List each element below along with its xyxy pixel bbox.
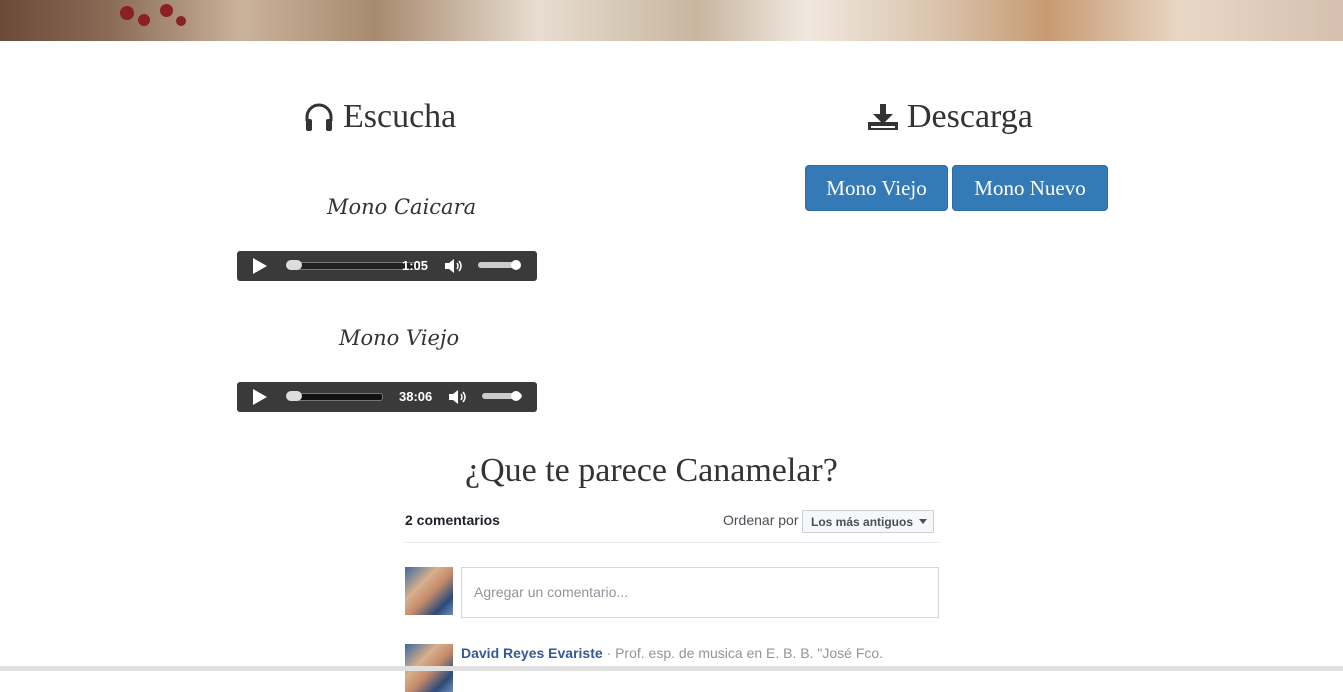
play-button[interactable] <box>253 258 267 274</box>
header-banner-image <box>0 0 1343 41</box>
download-mono-nuevo-button[interactable]: Mono Nuevo <box>952 165 1108 211</box>
volume-handle[interactable] <box>511 260 521 270</box>
download-mono-viejo-button[interactable]: Mono Viejo <box>805 165 948 211</box>
horizontal-scrollbar[interactable] <box>0 666 1343 671</box>
audio-player: 1:05 <box>237 251 537 281</box>
order-label: Ordenar por <box>723 512 799 528</box>
comment-header: David Reyes Evariste · Prof. esp. de mus… <box>461 645 883 661</box>
volume-icon[interactable] <box>448 389 468 405</box>
avatar <box>405 567 453 615</box>
volume-handle[interactable] <box>511 391 521 401</box>
track-title: Mono Viejo <box>339 326 460 350</box>
download-title: Descarga <box>907 98 1033 135</box>
track-time: 1:05 <box>402 258 429 273</box>
headphones-icon <box>305 103 333 131</box>
download-icon <box>868 104 898 130</box>
comment-count: 2 comentarios <box>405 512 500 528</box>
listen-title: Escucha <box>343 98 457 135</box>
track-title: Mono Caicara <box>327 195 477 219</box>
order-select-value: Los más antiguos <box>811 514 914 529</box>
audio-player: 38:06 <box>237 382 537 412</box>
comments-heading: ¿Que te parece Canamelar? <box>465 452 838 489</box>
comment-author-link[interactable]: David Reyes Evariste <box>461 645 603 661</box>
comment-author-meta: · Prof. esp. de musica en E. B. B. "José… <box>602 645 884 661</box>
seek-handle[interactable] <box>286 260 302 270</box>
listen-heading: Escucha <box>303 98 456 136</box>
seek-handle[interactable] <box>286 391 302 401</box>
track-time: 38:06 <box>399 389 433 404</box>
divider <box>405 542 939 543</box>
volume-icon[interactable] <box>444 258 464 274</box>
comment-input[interactable]: Agregar un comentario... <box>461 567 939 618</box>
download-heading: Descarga <box>867 98 1033 136</box>
play-button[interactable] <box>253 389 267 405</box>
chevron-down-icon <box>919 519 928 524</box>
order-select[interactable]: Los más antiguos <box>802 510 934 533</box>
